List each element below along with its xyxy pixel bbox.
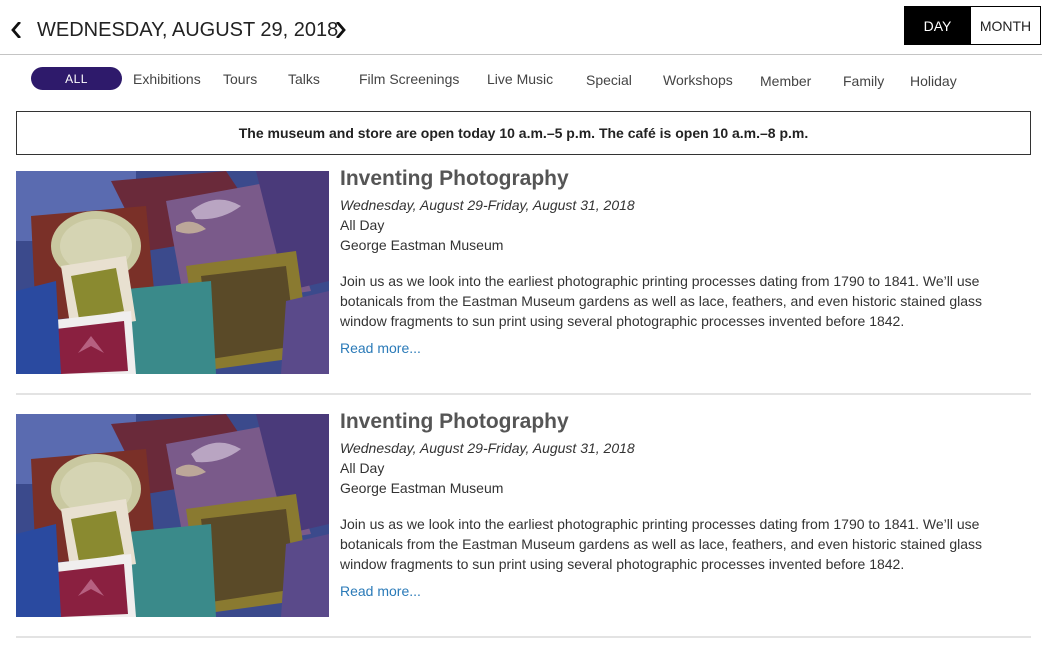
event-description: Join us as we look into the earliest pho… <box>340 516 982 572</box>
day-view-button[interactable]: DAY <box>905 7 970 44</box>
event-details: Inventing Photography Wednesday, August … <box>340 410 1031 601</box>
current-date-title: WEDNESDAY, AUGUST 29, 2018 <box>37 19 339 41</box>
filter-film-screenings[interactable]: Film Screenings <box>359 71 459 87</box>
filter-live-music[interactable]: Live Music <box>487 71 553 87</box>
read-more-link[interactable]: Read more... <box>340 583 421 599</box>
event-image[interactable] <box>16 171 329 374</box>
view-toggle: DAY MONTH <box>904 6 1041 45</box>
filter-member[interactable]: Member <box>760 73 811 89</box>
event-description: Join us as we look into the earliest pho… <box>340 273 982 329</box>
event-details: Inventing Photography Wednesday, August … <box>340 167 1031 358</box>
event-item: Inventing Photography Wednesday, August … <box>16 410 1031 638</box>
filter-talks[interactable]: Talks <box>288 71 320 87</box>
filter-family[interactable]: Family <box>843 73 884 89</box>
filter-special[interactable]: Special <box>586 72 632 88</box>
chevron-right-icon <box>336 22 346 38</box>
category-filter-bar: ALL Exhibitions Tours Talks Film Screeni… <box>0 64 1042 94</box>
event-time: All Day <box>340 217 385 233</box>
filter-workshops[interactable]: Workshops <box>663 72 733 88</box>
event-title[interactable]: Inventing Photography <box>340 166 1031 192</box>
next-day-button[interactable] <box>330 17 352 43</box>
sun-print-collage-image <box>16 414 329 617</box>
event-location: George Eastman Museum <box>340 480 504 496</box>
event-image[interactable] <box>16 414 329 617</box>
event-dates: Wednesday, August 29-Friday, August 31, … <box>340 440 635 456</box>
event-dates: Wednesday, August 29-Friday, August 31, … <box>340 197 635 213</box>
event-item: Inventing Photography Wednesday, August … <box>16 167 1031 395</box>
divider <box>16 636 1031 638</box>
filter-holiday[interactable]: Holiday <box>910 73 957 89</box>
event-location: George Eastman Museum <box>340 237 504 253</box>
month-view-button[interactable]: MONTH <box>970 7 1040 44</box>
sun-print-collage-image <box>16 171 329 374</box>
event-title[interactable]: Inventing Photography <box>340 409 1031 435</box>
hours-notice: The museum and store are open today 10 a… <box>16 111 1031 155</box>
chevron-left-icon <box>11 22 21 38</box>
filter-exhibitions[interactable]: Exhibitions <box>133 71 201 87</box>
filter-all[interactable]: ALL <box>31 67 122 90</box>
divider <box>16 393 1031 395</box>
read-more-link[interactable]: Read more... <box>340 340 421 356</box>
filter-tours[interactable]: Tours <box>223 71 257 87</box>
previous-day-button[interactable] <box>5 17 27 43</box>
calendar-header: WEDNESDAY, AUGUST 29, 2018 DAY MONTH <box>0 0 1042 55</box>
event-time: All Day <box>340 460 385 476</box>
